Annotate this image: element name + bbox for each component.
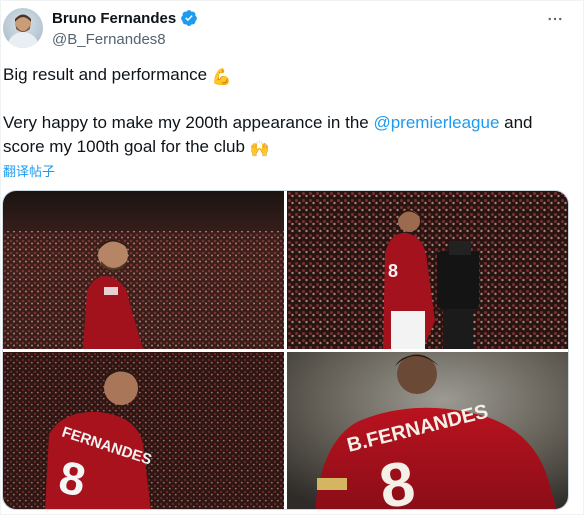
svg-text:8: 8: [388, 261, 398, 281]
tweet-text-part: Big result and performance: [3, 65, 212, 84]
tweet-text-line2: Very happy to make my 200th appearance i…: [3, 111, 573, 162]
flexed-biceps-emoji-icon: 💪: [211, 69, 232, 86]
more-options-icon[interactable]: [545, 9, 565, 29]
photo-grid: 8 FERNANDES 8 B.FERNANDES 8: [2, 190, 569, 510]
photo-3[interactable]: FERNANDES 8: [3, 352, 284, 509]
author-display-name[interactable]: Bruno Fernandes: [52, 10, 176, 27]
translate-post-link[interactable]: 翻译帖子: [3, 161, 55, 180]
photo-1[interactable]: [3, 191, 284, 349]
raising-hands-emoji-icon: 🙌: [249, 141, 270, 158]
photo-2[interactable]: 8: [287, 191, 568, 349]
tweet-card: Bruno Fernandes @B_Fernandes8 Big result…: [0, 0, 584, 515]
author-handle[interactable]: @B_Fernandes8: [52, 31, 166, 48]
tweet-text-line1: Big result and performance 💪: [3, 63, 232, 90]
avatar[interactable]: [3, 8, 43, 48]
tweet-text-part: Very happy to make my 200th appearance i…: [3, 113, 374, 132]
verified-badge-icon[interactable]: [180, 9, 198, 27]
photo-4[interactable]: B.FERNANDES 8: [287, 352, 568, 509]
premierleague-mention-link[interactable]: @premierleague: [373, 113, 499, 132]
author-name-row: Bruno Fernandes: [52, 9, 198, 27]
